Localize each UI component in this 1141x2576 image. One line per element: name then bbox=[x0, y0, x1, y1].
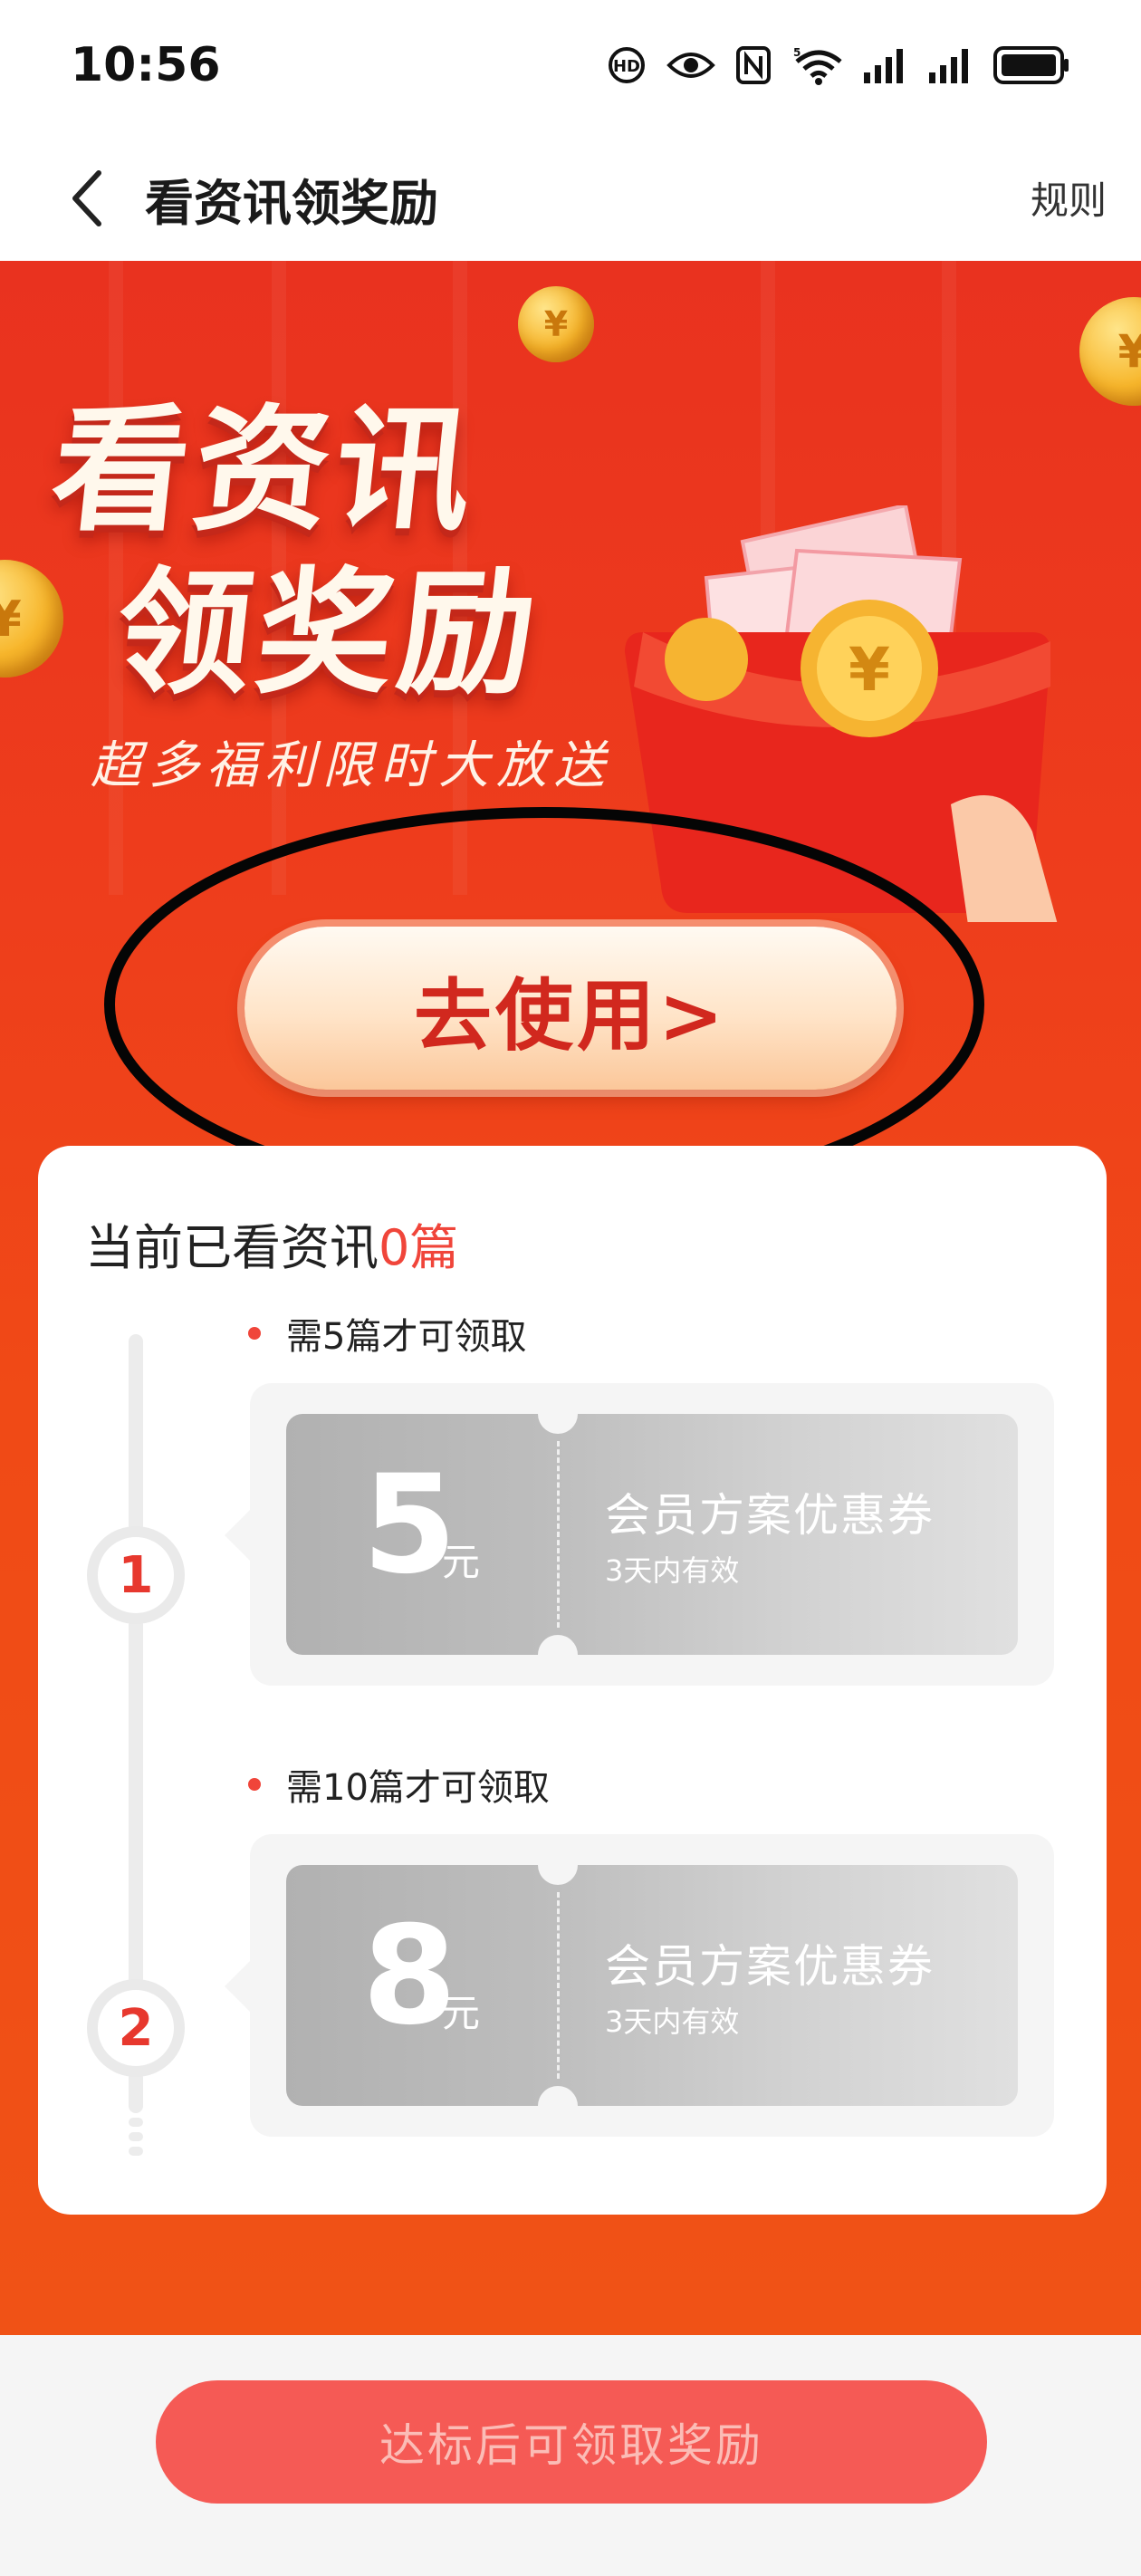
eye-icon bbox=[666, 47, 715, 83]
coupon-validity: 3天内有效 bbox=[605, 2004, 740, 2039]
coin-icon: ¥ bbox=[1079, 297, 1141, 406]
back-button[interactable] bbox=[45, 158, 127, 239]
reward-item: 8 元 会员方案优惠券 3天内有效 bbox=[225, 1834, 1054, 2137]
svg-text:5: 5 bbox=[793, 46, 801, 59]
coupon-name: 会员方案优惠券 bbox=[605, 1940, 935, 1993]
nfc-icon bbox=[735, 45, 772, 85]
coupon-validity: 3天内有效 bbox=[605, 1553, 740, 1588]
signal-icon bbox=[862, 47, 907, 83]
battery-icon bbox=[992, 45, 1070, 85]
back-arrow-icon bbox=[72, 170, 101, 226]
hd-call-icon: HD bbox=[607, 45, 647, 85]
status-bar: 10:56 HD 5 bbox=[0, 0, 1141, 136]
status-icons: HD 5 bbox=[607, 45, 1070, 85]
hero-title-line2: 领奖励 bbox=[108, 555, 549, 713]
nav-bar: 看资讯领奖励 规则 bbox=[0, 136, 1141, 261]
rewards-card: 当前已看资讯0篇 1 需5篇才可领取 5 元 会员方案优惠券 3天内有效 2 需… bbox=[38, 1146, 1107, 2215]
coupon-name: 会员方案优惠券 bbox=[605, 1489, 935, 1542]
coupon-unit: 元 bbox=[442, 1540, 481, 1584]
bottom-bar: 达标后可领取奖励 bbox=[0, 2335, 1141, 2576]
rules-link[interactable]: 规则 bbox=[1031, 170, 1107, 226]
progress-label: 当前已看资讯0篇 bbox=[85, 1219, 459, 1276]
requirement-text: 需5篇才可领取 bbox=[248, 1307, 526, 1360]
status-time: 10:56 bbox=[71, 38, 221, 92]
timeline-continuation bbox=[129, 2118, 143, 2156]
coupon-card[interactable]: 5 元 会员方案优惠券 3天内有效 bbox=[286, 1394, 1018, 1675]
signal-icon-2 bbox=[927, 47, 973, 83]
step-badge: 2 bbox=[87, 1979, 185, 2077]
coin-icon: ¥ bbox=[0, 560, 63, 678]
step-badge: 1 bbox=[87, 1526, 185, 1624]
hero-subtitle: 超多福利限时大放送 bbox=[91, 736, 612, 795]
coin-icon: ¥ bbox=[518, 286, 594, 362]
coupon-unit: 元 bbox=[442, 1991, 481, 2035]
svg-text:HD: HD bbox=[613, 57, 640, 76]
reward-item: 5 元 会员方案优惠券 3天内有效 bbox=[225, 1383, 1054, 1686]
wifi-icon: 5 bbox=[791, 45, 842, 85]
progress-count: 0篇 bbox=[379, 1219, 459, 1276]
coupon-card[interactable]: 8 元 会员方案优惠券 3天内有效 bbox=[286, 1845, 1018, 2126]
svg-text:¥: ¥ bbox=[849, 635, 890, 705]
highlight-ellipse bbox=[104, 807, 984, 1202]
page-title: 看资讯领奖励 bbox=[145, 175, 438, 232]
claim-reward-button[interactable]: 达标后可领取奖励 bbox=[156, 2380, 987, 2504]
main-banner-area: ¥ ¥ ¥ 看资讯 领奖励 超多福利限时大放送 ¥ 去使用> 当前已看资讯0篇 bbox=[0, 261, 1141, 2335]
requirement-text: 需10篇才可领取 bbox=[248, 1758, 550, 1811]
